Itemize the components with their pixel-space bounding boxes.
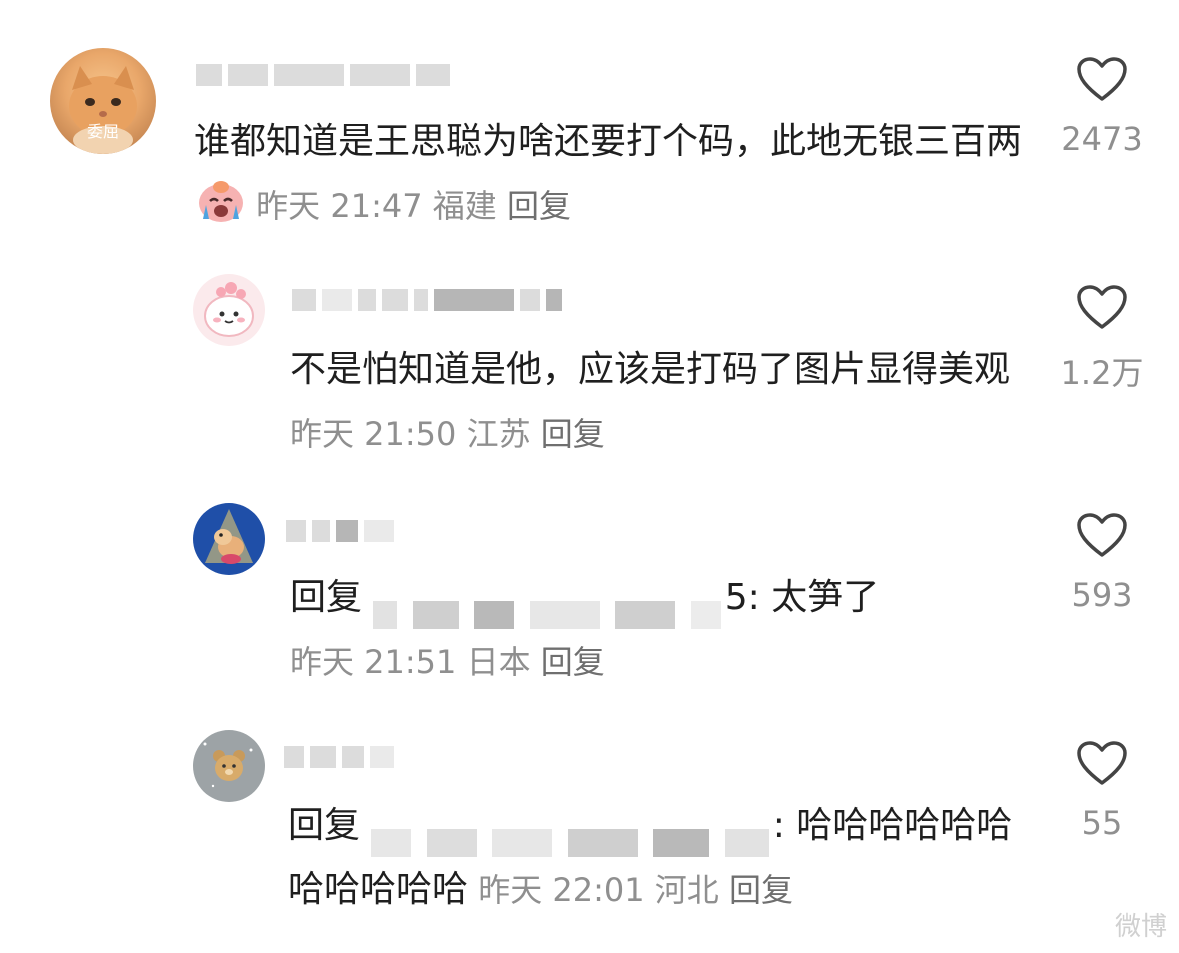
avatar[interactable] <box>193 274 265 346</box>
reply-button[interactable]: 回复 <box>507 187 571 225</box>
comment-meta: 昨天 21:47 福建 回复 <box>246 187 571 225</box>
comment-time: 昨天 21:50 <box>290 415 457 453</box>
comment-body: 不是怕知道是他，应该是打码了图片显得美观 昨天 21:50 江苏 回复 <box>290 338 1030 466</box>
crying-face-emoji-icon <box>199 181 243 222</box>
reply-prefix: 回复 <box>290 577 363 618</box>
comment-location: 日本 <box>466 643 531 681</box>
cartoon-dog-avatar-icon <box>205 509 253 564</box>
comment-body: 谁都知道是王思聪为啥还要打个码，此地无银三百两 昨天 21:47 福建 回复 <box>194 110 1034 238</box>
mentioned-username-blurred[interactable] <box>371 810 772 857</box>
like-button[interactable]: 2473 <box>1032 56 1172 158</box>
watermark: 微博 <box>1114 912 1167 942</box>
reply-button[interactable]: 回复 <box>541 643 605 681</box>
comment-text: 谁都知道是王思聪为啥还要打个码，此地无银三百两 <box>194 121 1023 162</box>
username-blurred[interactable] <box>292 285 562 315</box>
comment-text: : 哈哈哈哈哈哈 <box>772 805 1013 846</box>
username-blurred[interactable] <box>196 60 450 90</box>
comment-time: 昨天 21:51 <box>290 643 457 681</box>
reply-button[interactable]: 回复 <box>541 415 605 453</box>
avatar-caption: 委屈 <box>86 122 119 141</box>
like-count: 1.2万 <box>1060 354 1144 392</box>
avatar[interactable]: 委屈 <box>50 48 156 154</box>
comment-meta: 昨天 22:01 河北 回复 <box>468 871 793 909</box>
comment-meta: 昨天 21:50 江苏 回复 <box>290 415 605 453</box>
comment-location: 河北 <box>654 871 719 909</box>
comment-meta: 昨天 21:51 日本 回复 <box>290 643 605 681</box>
avatar[interactable] <box>193 730 265 802</box>
comment-time: 昨天 22:01 <box>478 871 645 909</box>
reply-button[interactable]: 回复 <box>729 871 793 909</box>
username-blurred[interactable] <box>284 742 394 772</box>
comment-text-line2: 哈哈哈哈哈 <box>288 869 469 910</box>
avatar[interactable] <box>193 503 265 575</box>
pink-dino-avatar-icon <box>204 282 254 337</box>
comment-text: 5: 太笋了 <box>724 577 880 618</box>
comment-time: 昨天 21:47 <box>256 187 423 225</box>
like-button[interactable]: 1.2万 <box>1032 284 1172 394</box>
heart-icon <box>1077 57 1127 101</box>
like-button[interactable]: 593 <box>1032 512 1172 614</box>
heart-icon <box>1077 513 1127 557</box>
like-count: 593 <box>1071 576 1133 614</box>
like-count: 2473 <box>1061 120 1143 158</box>
comment-location: 福建 <box>432 187 497 225</box>
username-blurred[interactable] <box>286 516 394 546</box>
heart-icon <box>1077 741 1127 785</box>
mentioned-username-blurred[interactable] <box>373 582 724 629</box>
reply-prefix: 回复 <box>288 805 361 846</box>
heart-icon <box>1077 285 1127 329</box>
comment-location: 江苏 <box>466 415 531 453</box>
like-count: 55 <box>1081 804 1123 842</box>
comment-text: 不是怕知道是他，应该是打码了图片显得美观 <box>290 349 1011 390</box>
comment-body: 回复 5: 太笋了 昨天 21:51 日本 回复 <box>290 566 1030 694</box>
teddy-bear-avatar-icon <box>203 742 253 788</box>
like-button[interactable]: 55 <box>1032 740 1172 842</box>
comment-body: 回复 : 哈哈哈哈哈哈 哈哈哈哈哈 昨天 22:01 河北 回复 <box>288 794 1028 922</box>
